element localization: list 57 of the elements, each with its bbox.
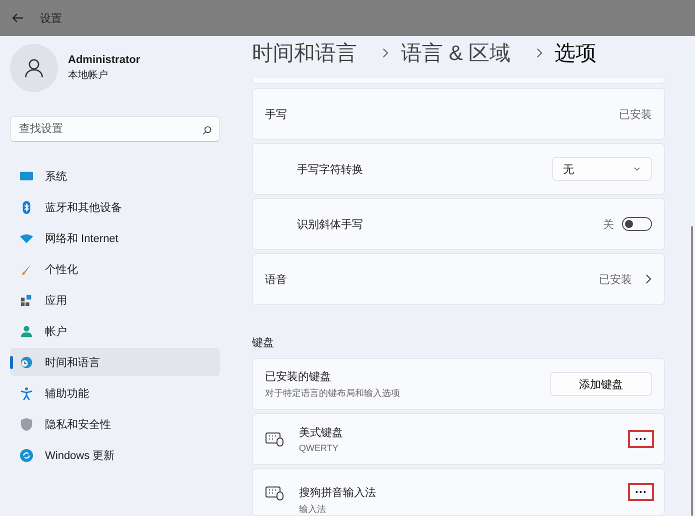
sidebar-item[interactable]: 网络和 Internet	[10, 224, 220, 252]
chevron-right-icon	[534, 48, 543, 58]
chevron-right-icon	[644, 274, 652, 284]
search-field[interactable]: 查找设置	[10, 116, 220, 142]
setting-description: 对于特定语言的键布局和输入选项	[265, 386, 401, 400]
sidebar-item[interactable]: 隐私和安全性	[10, 410, 220, 438]
setting-label: 识别斜体手写	[296, 218, 364, 232]
breadcrumb-item: 选项	[554, 41, 597, 67]
back-arrow-icon[interactable]	[12, 12, 24, 24]
keyboard-mouse-icon	[265, 431, 285, 447]
search-icon	[202, 124, 212, 137]
window-title: 设置	[40, 12, 62, 26]
accessibility-icon	[20, 386, 33, 400]
dropdown[interactable]: 无	[552, 157, 652, 181]
update-icon	[20, 448, 33, 462]
wifi-icon	[20, 232, 33, 244]
apps-icon	[20, 294, 33, 306]
status-text: 已安装	[599, 272, 632, 286]
chevron-right-icon	[381, 48, 389, 58]
add-keyboard-button[interactable]: 添加键盘	[550, 372, 652, 396]
more-button[interactable]: ···	[630, 432, 652, 446]
person-icon	[20, 324, 33, 338]
sidebar-item[interactable]: 辅助功能	[10, 379, 220, 407]
setting-label: 语音	[265, 272, 288, 286]
sidebar-item[interactable]: 个性化	[10, 255, 220, 283]
breadcrumb-item[interactable]: 时间和语言	[252, 39, 357, 67]
setting-card[interactable]: 语音 已安装	[252, 253, 665, 305]
person-icon	[23, 57, 45, 79]
more-button[interactable]: ···	[630, 485, 652, 499]
setting-label: 已安装的键盘	[265, 370, 332, 384]
keyboard-name: 美式键盘	[299, 426, 344, 440]
status-text: 已安装	[619, 108, 652, 122]
globe-clock-icon	[20, 356, 33, 368]
setting-label: 手写字符转换	[296, 162, 364, 176]
keyboard-mouse-icon	[265, 485, 285, 501]
keyboard-name: 搜狗拼音输入法	[299, 486, 377, 500]
sidebar-item[interactable]: 系统	[10, 162, 220, 190]
account-type: 本地帐户	[68, 68, 109, 82]
keyboard-detail: 输入法	[299, 503, 327, 516]
sidebar-item[interactable]: 应用	[10, 286, 220, 314]
chevron-down-icon	[633, 166, 641, 172]
shield-icon	[20, 418, 33, 430]
setting-label: 手写	[265, 108, 288, 122]
section-heading: 键盘	[252, 336, 275, 350]
toggle-state: 关	[603, 218, 614, 232]
brush-icon	[20, 262, 33, 276]
account-name: Administrator	[68, 54, 140, 66]
sidebar-item[interactable]: 时间和语言	[10, 348, 220, 376]
scrollbar[interactable]	[691, 226, 693, 516]
sidebar-item[interactable]: 蓝牙和其他设备	[10, 193, 220, 221]
keyboard-detail: QWERTY	[299, 443, 340, 453]
sidebar-item[interactable]: 帐户	[10, 317, 220, 345]
sidebar-item[interactable]: Windows 更新	[10, 441, 220, 469]
breadcrumb-item[interactable]: 语言 & 区域	[401, 39, 511, 67]
bluetooth-icon	[20, 200, 33, 214]
toggle-switch[interactable]	[622, 217, 652, 231]
system-icon	[20, 170, 33, 182]
